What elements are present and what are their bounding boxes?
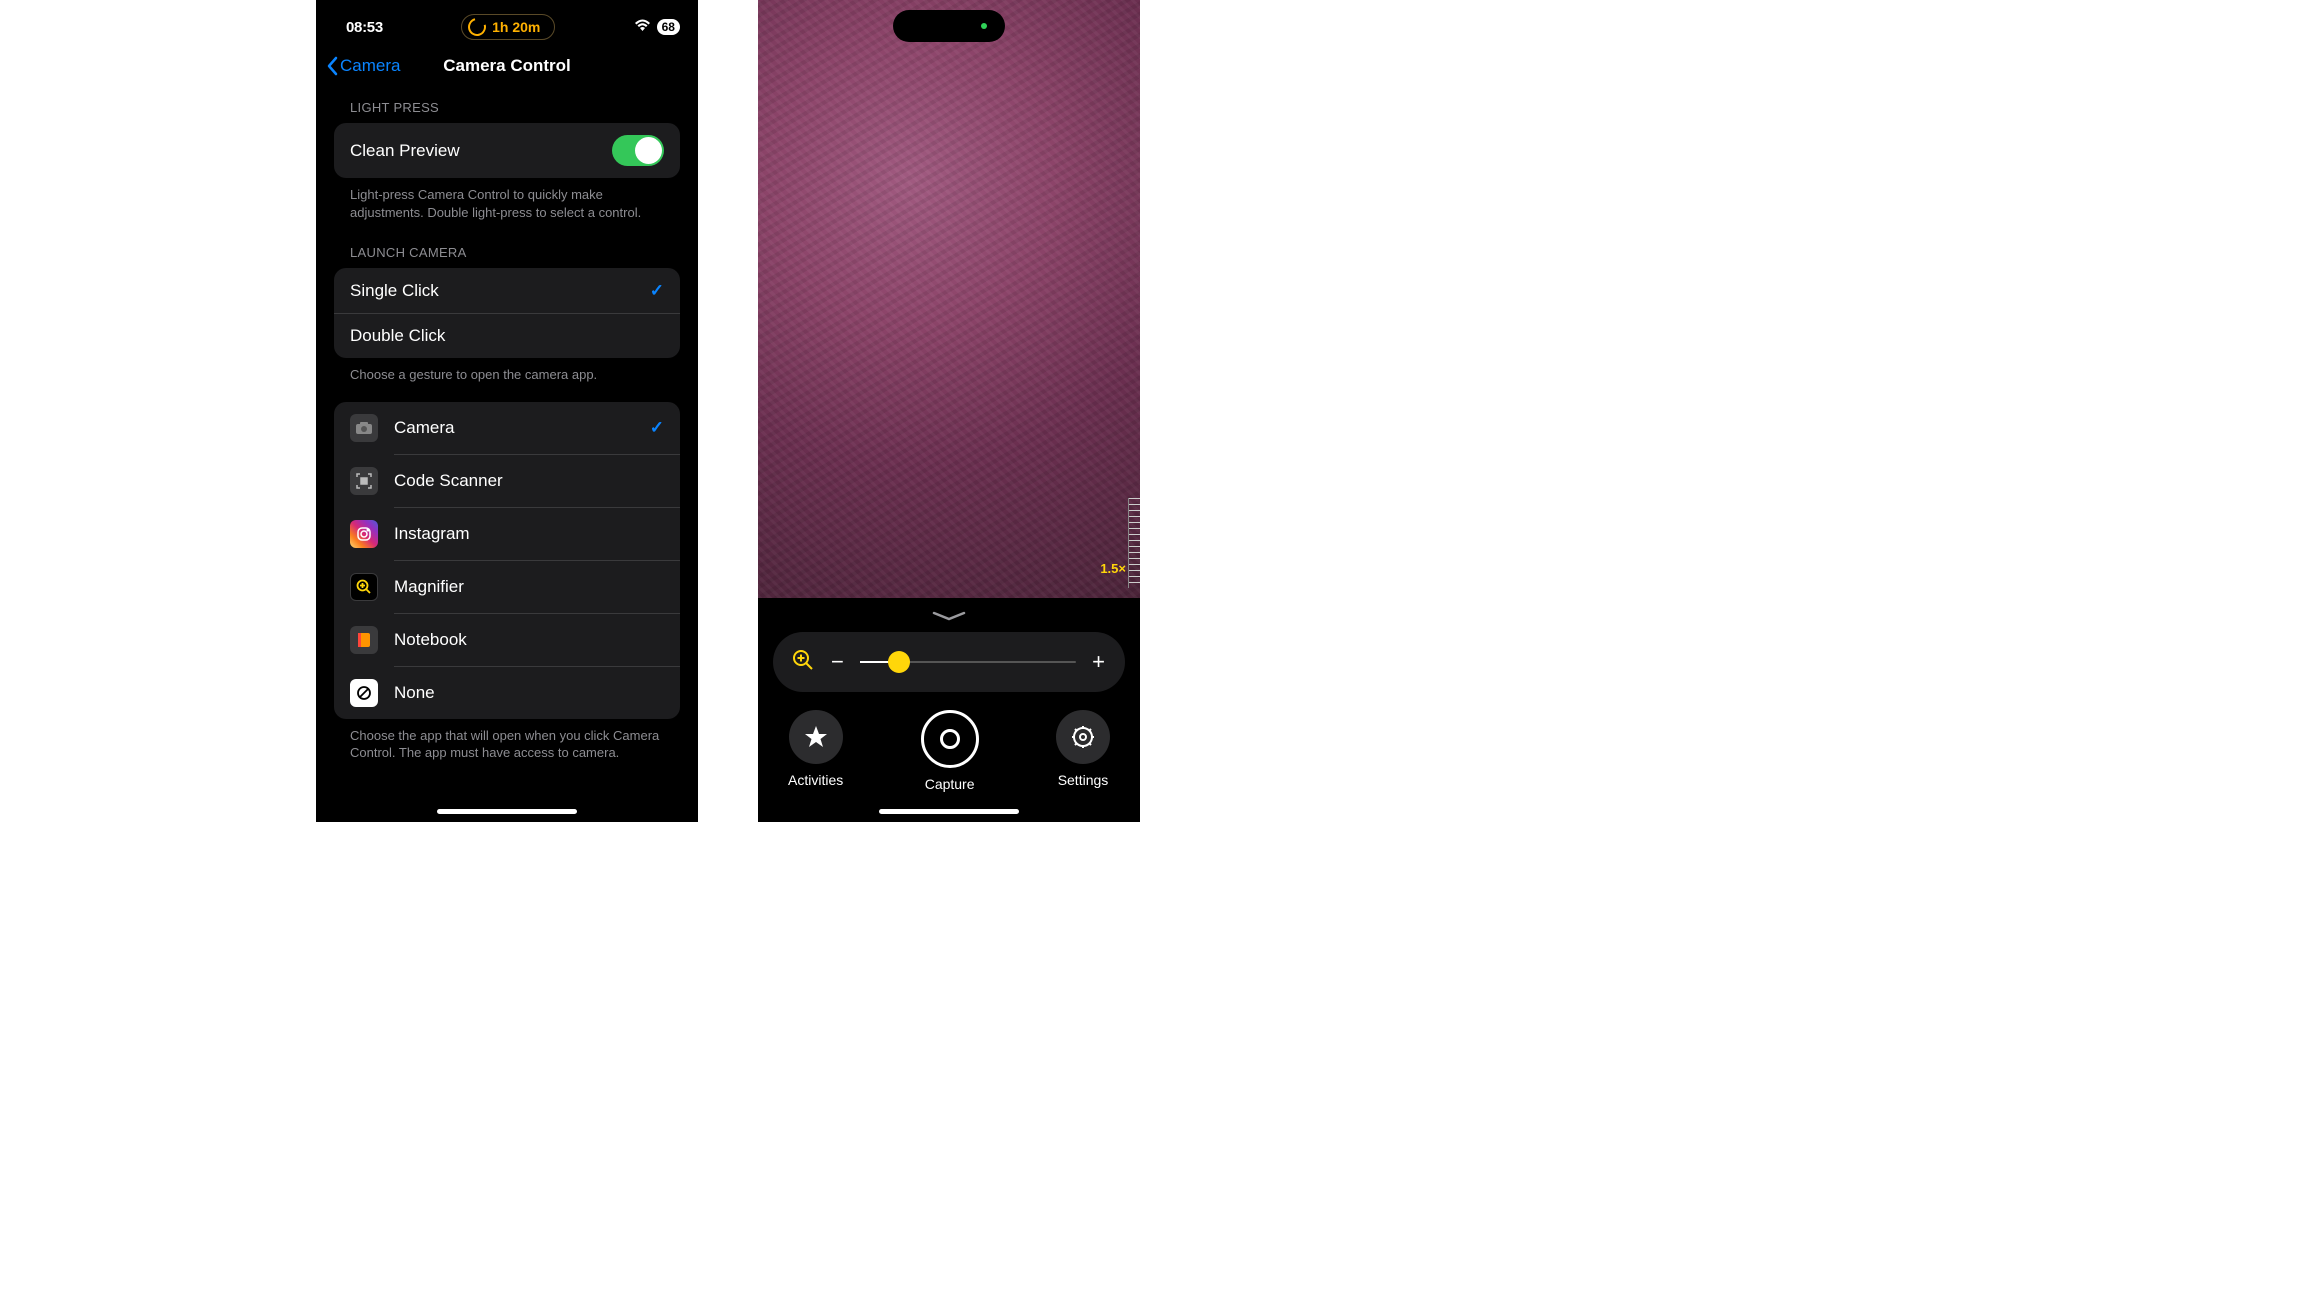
nav-bar: Camera Camera Control [316, 48, 698, 94]
activities-label: Activities [788, 772, 843, 788]
double-click-row[interactable]: Double Click [334, 313, 680, 358]
magnifier-icon [350, 573, 378, 601]
app-label: None [394, 683, 435, 703]
app-label: Camera [394, 418, 454, 438]
zoom-out-button[interactable]: − [829, 649, 846, 675]
app-row-code-scanner[interactable]: Code Scanner [334, 455, 680, 507]
check-icon: ✓ [650, 281, 664, 301]
battery-indicator: 68 [657, 19, 680, 35]
star-icon [803, 724, 829, 750]
clean-preview-row[interactable]: Clean Preview [334, 123, 680, 178]
list-item-label: Double Click [350, 326, 445, 346]
magnifier-phone: 1.5× − + Activities [758, 0, 1140, 822]
app-label: Notebook [394, 630, 467, 650]
app-row-camera[interactable]: Camera ✓ [334, 402, 680, 454]
slider-thumb[interactable] [888, 651, 910, 673]
capture-label: Capture [925, 776, 975, 792]
app-row-none[interactable]: None [334, 667, 680, 719]
app-selection-footer: Choose the app that will open when you c… [316, 719, 698, 780]
focus-time: 1h 20m [492, 19, 540, 35]
timer-icon [465, 15, 490, 40]
clean-preview-toggle[interactable] [612, 135, 664, 166]
activities-button[interactable] [789, 710, 843, 764]
controls-panel: − + Activities Capture [758, 598, 1140, 822]
light-press-list: Clean Preview [334, 123, 680, 178]
zoom-in-button[interactable]: + [1090, 649, 1107, 675]
check-icon: ✓ [650, 418, 664, 438]
back-label: Camera [340, 56, 400, 76]
app-row-instagram[interactable]: Instagram [334, 508, 680, 560]
chevron-down-icon[interactable] [932, 608, 966, 626]
capture-button[interactable] [921, 710, 979, 768]
zoom-slider-container: − + [773, 632, 1125, 692]
launch-camera-footer: Choose a gesture to open the camera app. [316, 358, 698, 402]
app-label: Magnifier [394, 577, 464, 597]
zoom-level-label: 1.5× [1100, 561, 1126, 576]
camera-viewport[interactable]: 1.5× [758, 0, 1140, 598]
gear-icon [1070, 724, 1096, 750]
wifi-icon [634, 19, 651, 36]
zoom-scale-icon[interactable] [1128, 498, 1140, 588]
list-item-label: Single Click [350, 281, 439, 301]
app-row-notebook[interactable]: Notebook [334, 614, 680, 666]
section-header-launch-camera: LAUNCH CAMERA [316, 239, 698, 268]
instagram-icon [350, 520, 378, 548]
notebook-icon [350, 626, 378, 654]
capture-inner-icon [940, 729, 960, 749]
settings-button[interactable] [1056, 710, 1110, 764]
single-click-row[interactable]: Single Click ✓ [334, 268, 680, 313]
focus-pill[interactable]: 1h 20m [461, 14, 555, 40]
status-bar: 08:53 1h 20m 68 [316, 0, 698, 48]
home-indicator[interactable] [437, 809, 577, 814]
qr-icon [350, 467, 378, 495]
dynamic-island[interactable] [893, 10, 1005, 42]
light-press-footer: Light-press Camera Control to quickly ma… [316, 178, 698, 239]
app-label: Instagram [394, 524, 470, 544]
camera-icon [350, 414, 378, 442]
launch-camera-list: Single Click ✓ Double Click [334, 268, 680, 358]
zoom-in-icon[interactable] [791, 648, 815, 677]
home-indicator[interactable] [879, 809, 1019, 814]
section-header-light-press: LIGHT PRESS [316, 94, 698, 123]
back-button[interactable]: Camera [326, 56, 400, 76]
app-row-magnifier[interactable]: Magnifier [334, 561, 680, 613]
app-selection-list: Camera ✓ Code Scanner Instagram [334, 402, 680, 719]
settings-label: Settings [1058, 772, 1109, 788]
chevron-left-icon [326, 56, 338, 76]
camera-active-dot-icon [981, 23, 987, 29]
app-label: Code Scanner [394, 471, 503, 491]
status-time: 08:53 [346, 19, 383, 36]
bottom-button-row: Activities Capture Settings [772, 692, 1126, 792]
settings-phone: 08:53 1h 20m 68 Camera Camera Control LI… [316, 0, 698, 822]
clean-preview-label: Clean Preview [350, 141, 460, 161]
none-icon [350, 679, 378, 707]
zoom-slider[interactable] [860, 661, 1076, 663]
page-title: Camera Control [443, 56, 571, 76]
